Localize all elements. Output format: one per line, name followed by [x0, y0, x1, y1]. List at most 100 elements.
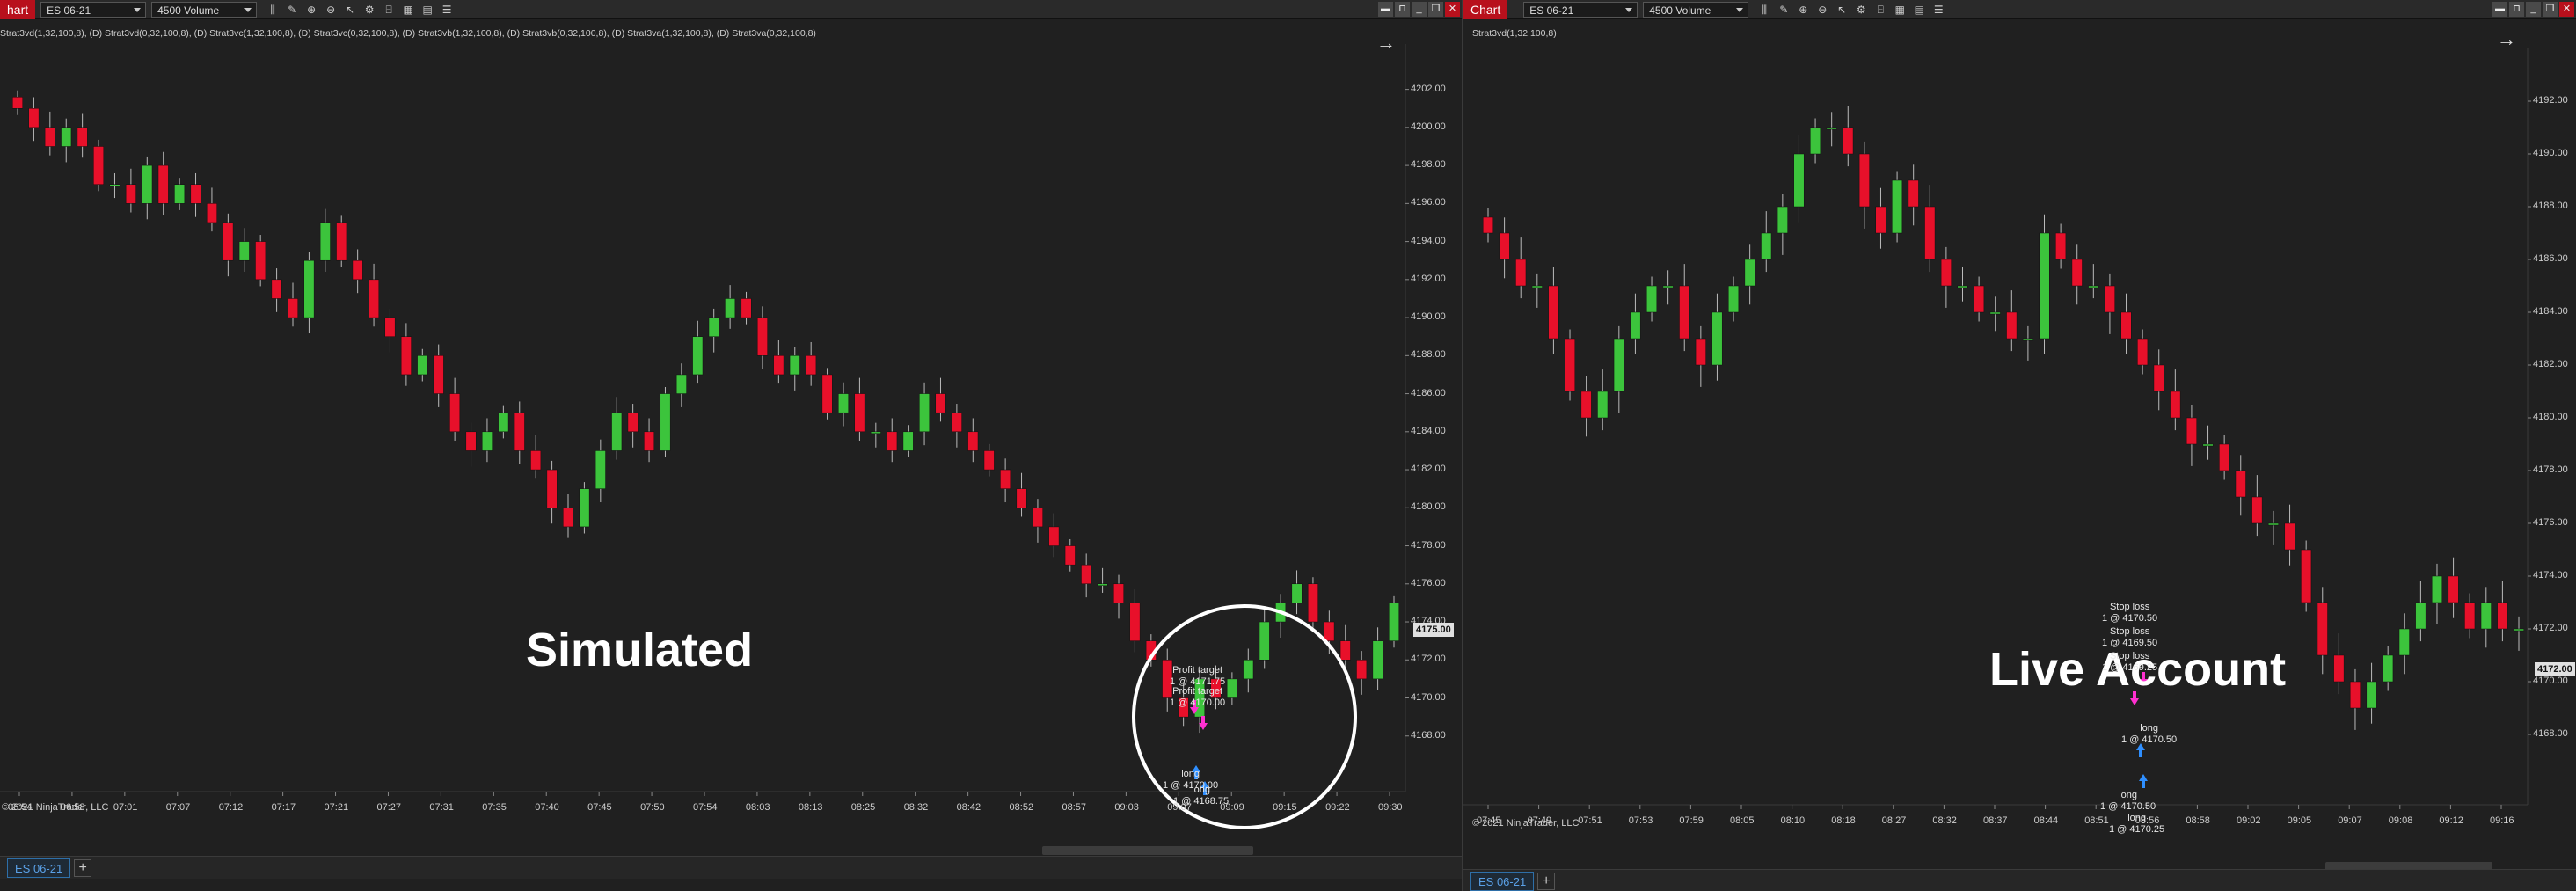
candle-down [1940, 259, 1952, 287]
horizontal-scrollbar[interactable] [1042, 846, 1253, 855]
candle-down [2317, 602, 2328, 656]
time-tick-label: 07:53 [1628, 815, 1653, 826]
trade-annotation: long 1 @ 4170.50 [2121, 723, 2178, 745]
candle-down [2055, 232, 2067, 260]
price-tick-label: 4192.00 [2533, 95, 2568, 106]
candle-up [2383, 654, 2394, 683]
candle-up [1957, 285, 1968, 288]
time-tick-label: 09:12 [2439, 815, 2463, 826]
time-tick-label: 07:12 [218, 802, 244, 813]
candlestick-plot-live[interactable] [1463, 0, 2576, 891]
candle-down [125, 184, 136, 204]
candle-down [2219, 443, 2230, 471]
candle-up [61, 127, 72, 147]
candle-up [1826, 127, 1837, 130]
candle-down [2137, 338, 2149, 366]
candle-up [2398, 628, 2410, 656]
candle-down [1032, 508, 1043, 528]
time-tick-label: 08:32 [903, 802, 929, 813]
candle-down [546, 469, 558, 508]
candlestick-plot-simulated[interactable] [0, 0, 1462, 891]
candle-up [789, 355, 800, 376]
candle-up [2202, 443, 2214, 447]
time-tick-label: 08:44 [2033, 815, 2059, 826]
candle-down [1974, 285, 1985, 313]
candle-down [2006, 311, 2018, 340]
candle-down [1499, 232, 1510, 260]
time-tick-label: 07:01 [113, 802, 138, 813]
time-tick-label: 07:27 [376, 802, 401, 813]
candle-down [369, 279, 380, 318]
candle-down [2284, 522, 2295, 551]
candle-up [1097, 583, 1108, 587]
time-tick-label: 08:37 [1983, 815, 2008, 826]
candle-up [1226, 678, 1237, 698]
price-tick-label: 4190.00 [2533, 148, 2568, 158]
candle-down [12, 97, 23, 109]
price-tick-label: 4202.00 [1411, 83, 1446, 94]
time-tick-label: 08:42 [956, 802, 982, 813]
candle-down [206, 203, 217, 223]
candle-up [902, 431, 914, 451]
candle-up [1291, 583, 1303, 603]
candle-down [1339, 640, 1351, 661]
candle-down [449, 393, 461, 433]
candle-down [741, 298, 752, 318]
price-tick-label: 4188.00 [2533, 201, 2568, 211]
time-tick-label: 07:17 [271, 802, 296, 813]
candle-down [1843, 127, 1854, 155]
time-tick-label: 07:45 [587, 802, 612, 813]
candle-up [838, 393, 849, 413]
candle-down [821, 374, 833, 413]
candle-up [1259, 621, 1270, 661]
add-tab-button[interactable]: + [1537, 872, 1556, 890]
candle-up [708, 317, 719, 337]
candle-up [870, 431, 881, 435]
price-tick-label: 4196.00 [1411, 197, 1446, 208]
price-tick-label: 4176.00 [2533, 517, 2568, 528]
candle-up [1989, 311, 2001, 315]
candle-down [1064, 545, 1076, 566]
candle-down [967, 431, 979, 451]
add-tab-button[interactable]: + [74, 858, 92, 877]
price-tick-label: 4186.00 [1411, 387, 1446, 398]
overlay-label: Simulated [526, 624, 754, 676]
time-tick-label: 09:16 [2490, 815, 2514, 826]
price-tick-label: 4172.00 [1411, 654, 1446, 665]
time-tick-label: 08:27 [1881, 815, 1907, 826]
candle-down [1000, 469, 1011, 489]
price-tick-label: 4180.00 [1411, 501, 1446, 513]
time-tick-label: 07:40 [535, 802, 559, 813]
candle-down [44, 127, 55, 147]
price-tick-label: 4198.00 [1411, 159, 1446, 171]
candle-down [2448, 575, 2459, 603]
candle-down [1564, 338, 1576, 392]
candle-up [142, 164, 153, 204]
candle-down [384, 317, 396, 337]
time-tick-label: 08:10 [1780, 815, 1806, 826]
copyright-text: © 2021 NinjaTrader, LLC [2, 802, 109, 813]
time-tick-label: 09:07 [2338, 815, 2362, 826]
time-tick-label: 07:35 [482, 802, 507, 813]
candle-down [854, 393, 865, 433]
candle-up [725, 298, 736, 318]
candle-up [319, 222, 331, 261]
candle-down [190, 184, 201, 204]
price-tick-label: 4194.00 [1411, 235, 1446, 246]
candle-up [1728, 285, 1740, 313]
candle-down [2301, 549, 2312, 603]
price-tick-label: 4190.00 [1411, 311, 1446, 323]
candle-up [1646, 285, 1658, 313]
tab-es-06-21[interactable]: ES 06-21 [7, 858, 71, 878]
candle-up [1744, 259, 1755, 287]
candle-up [1597, 391, 1609, 419]
time-tick-label: 07:07 [165, 802, 191, 813]
price-tick-label: 4170.00 [2533, 676, 2568, 686]
candle-down [627, 412, 639, 433]
candle-down [1875, 206, 1886, 234]
candle-up [1630, 311, 1641, 340]
candle-down [1482, 216, 1494, 234]
trade-annotation: Stop loss 1 @ 4169.50 [2102, 626, 2158, 648]
tab-es-06-21[interactable]: ES 06-21 [1470, 871, 1535, 891]
candle-up [1777, 206, 1788, 234]
